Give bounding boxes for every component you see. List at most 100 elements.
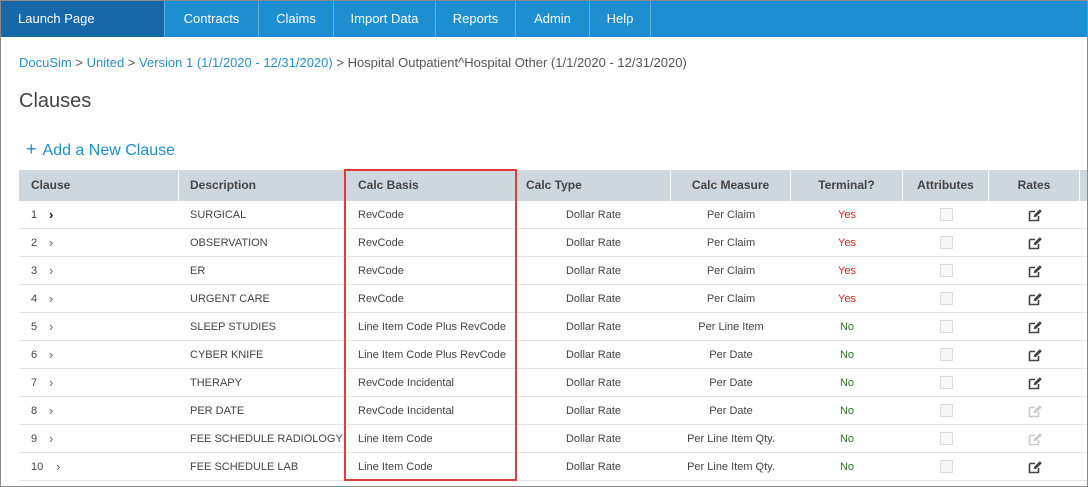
breadcrumb-united[interactable]: United [87,55,125,70]
breadcrumb-current: Hospital Outpatient^Hospital Other (1/1/… [347,55,687,70]
table-row[interactable]: 4 › URGENT CARE RevCode Dollar Rate Per … [19,285,1087,313]
table-row[interactable]: 7 › THERAPY RevCode Incidental Dollar Ra… [19,369,1087,397]
clause-number: 4 [31,293,38,305]
clause-terminal: No [839,461,855,473]
col-header-terminal[interactable]: Terminal? [791,170,903,201]
chevron-right-icon[interactable]: › [56,453,60,481]
col-header-attributes[interactable]: Attributes [903,170,989,201]
clause-number: 7 [31,377,38,389]
clause-terminal: No [839,321,855,333]
nav-import-data[interactable]: Import Data [334,1,436,37]
table-row[interactable]: 10 › FEE SCHEDULE LAB Line Item Code Dol… [19,453,1087,481]
clauses-table: Clause Description Calc Basis Calc Type … [19,170,1087,481]
clause-calc-type: Dollar Rate [565,405,622,417]
clause-calc-measure: Per Claim [706,265,756,277]
clause-description: FEE SCHEDULE RADIOLOGY [190,433,343,445]
col-header-description[interactable]: Description [179,170,346,201]
chevron-right-icon[interactable]: › [49,285,53,313]
clause-number: 9 [31,433,38,445]
clause-calc-measure: Per Line Item Qty. [687,461,775,473]
nav-launch-page[interactable]: Launch Page [1,1,164,37]
attributes-checkbox [940,376,953,389]
chevron-right-icon[interactable]: › [49,257,53,285]
col-header-calc-measure[interactable]: Calc Measure [671,170,791,201]
clause-calc-measure: Per Claim [706,237,756,249]
clause-terminal: No [839,349,855,361]
clause-terminal: No [839,405,855,417]
edit-icon[interactable] [1028,236,1043,250]
chevron-right-icon[interactable]: › [49,229,53,257]
edit-icon[interactable] [1028,208,1043,222]
edit-icon[interactable] [1028,292,1043,306]
chevron-right-icon[interactable]: › [49,397,53,425]
clause-terminal: No [839,433,855,445]
col-header-clause[interactable]: Clause [19,170,179,201]
nav-claims[interactable]: Claims [259,1,334,37]
table-body: 1 › SURGICAL RevCode Dollar Rate Per Cla… [19,201,1087,481]
clause-calc-basis: Line Item Code Plus RevCode [358,349,506,361]
edit-icon[interactable] [1028,264,1043,278]
chevron-right-icon[interactable]: › [49,425,53,453]
clause-calc-basis: RevCode [358,265,404,277]
edit-icon[interactable] [1028,348,1043,362]
table-row[interactable]: 1 › SURGICAL RevCode Dollar Rate Per Cla… [19,201,1087,229]
nav-reports[interactable]: Reports [436,1,516,37]
table-row[interactable]: 6 › CYBER KNIFE Line Item Code Plus RevC… [19,341,1087,369]
clause-description: CYBER KNIFE [190,349,264,361]
clause-number: 8 [31,405,38,417]
edit-icon[interactable] [1028,432,1043,446]
clause-description: SURGICAL [190,209,247,221]
edit-icon[interactable] [1028,376,1043,390]
clause-description: ER [190,265,206,277]
clause-description: FEE SCHEDULE LAB [190,461,299,473]
edit-icon[interactable] [1028,460,1043,474]
clause-calc-basis: Line Item Code Plus RevCode [358,321,506,333]
chevron-right-icon[interactable]: › [49,201,53,229]
edit-icon[interactable] [1028,404,1043,418]
table-row[interactable]: 3 › ER RevCode Dollar Rate Per Claim Yes [19,257,1087,285]
clause-number: 3 [31,265,38,277]
breadcrumb-docusim[interactable]: DocuSim [19,55,72,70]
clause-terminal: Yes [838,237,856,249]
clause-terminal: Yes [838,293,856,305]
breadcrumb-separator: > [127,55,136,70]
nav-admin[interactable]: Admin [516,1,590,37]
col-header-calc-type[interactable]: Calc Type [516,170,671,201]
clause-calc-basis: RevCode [358,293,404,305]
edit-icon[interactable] [1028,320,1043,334]
top-nav: Launch Page Contracts Claims Import Data… [1,1,1087,37]
nav-contracts[interactable]: Contracts [164,1,259,37]
clause-number: 5 [31,321,38,333]
clause-number: 1 [31,209,38,221]
attributes-checkbox [940,348,953,361]
clause-description: SLEEP STUDIES [190,321,276,333]
clause-calc-type: Dollar Rate [565,321,622,333]
breadcrumb: DocuSim > United > Version 1 (1/1/2020 -… [19,55,687,70]
clause-calc-type: Dollar Rate [565,461,622,473]
clause-number: 6 [31,349,38,361]
clause-calc-type: Dollar Rate [565,349,622,361]
add-clause-button[interactable]: + Add a New Clause [26,139,175,160]
table-row[interactable]: 8 › PER DATE RevCode Incidental Dollar R… [19,397,1087,425]
clause-terminal: Yes [838,209,856,221]
chevron-right-icon[interactable]: › [49,369,53,397]
col-header-calc-basis[interactable]: Calc Basis [346,170,516,201]
col-header-rates[interactable]: Rates [989,170,1080,201]
clause-calc-measure: Per Claim [706,209,756,221]
clause-calc-measure: Per Date [709,349,753,361]
table-row[interactable]: 2 › OBSERVATION RevCode Dollar Rate Per … [19,229,1087,257]
page-title: Clauses [19,90,92,112]
clause-calc-basis: Line Item Code [358,461,433,473]
chevron-right-icon[interactable]: › [49,313,53,341]
clause-description: PER DATE [190,405,245,417]
breadcrumb-version[interactable]: Version 1 (1/1/2020 - 12/31/2020) [139,55,333,70]
attributes-checkbox [940,264,953,277]
table-row[interactable]: 9 › FEE SCHEDULE RADIOLOGY Line Item Cod… [19,425,1087,453]
clause-calc-type: Dollar Rate [565,377,622,389]
chevron-right-icon[interactable]: › [49,341,53,369]
attributes-checkbox [940,320,953,333]
clause-calc-measure: Per Line Item [698,321,764,333]
clause-number: 10 [31,461,44,473]
table-row[interactable]: 5 › SLEEP STUDIES Line Item Code Plus Re… [19,313,1087,341]
nav-help[interactable]: Help [590,1,651,37]
